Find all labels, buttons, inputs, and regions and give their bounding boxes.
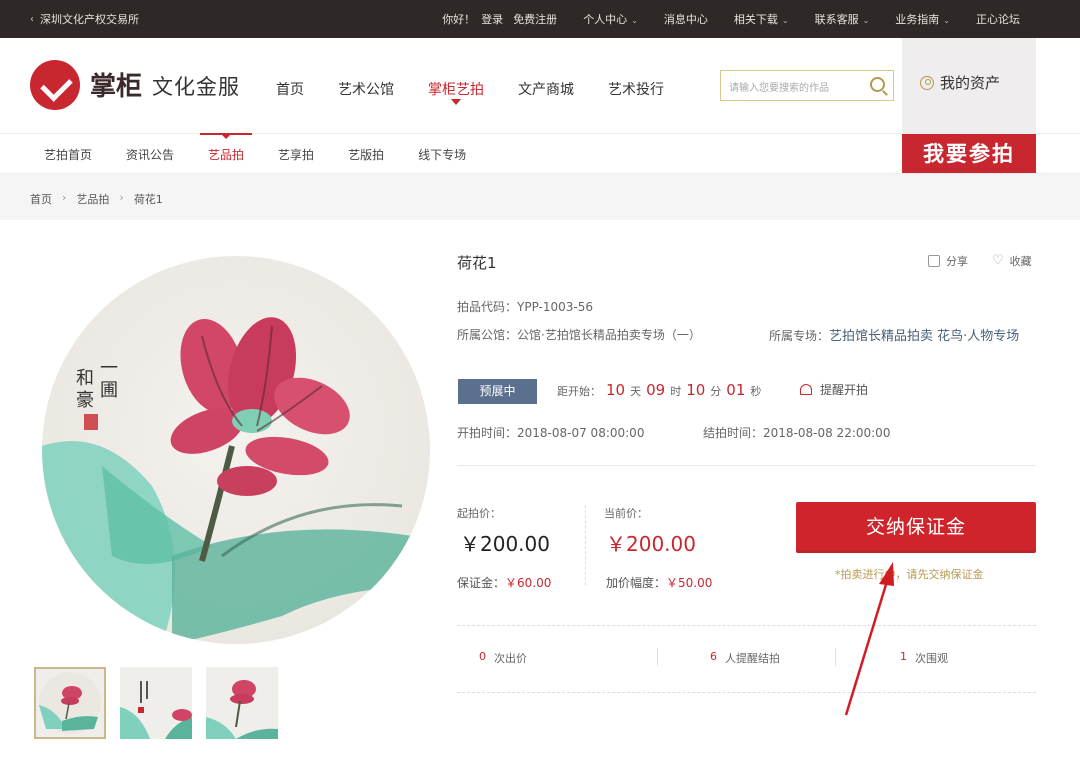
nav-mall[interactable]: 文产商城 <box>518 79 574 99</box>
divider <box>457 625 1036 626</box>
bid-increment: 加价幅度：￥50.00 <box>606 576 713 590</box>
search-placeholder: 请输入您要搜索的作品 <box>729 83 829 94</box>
search-input[interactable]: 请输入您要搜索的作品 <box>720 70 894 101</box>
subnav-print-auction[interactable]: 艺版拍 <box>348 146 384 163</box>
product-code: 拍品代码：YPP-1003-56 <box>457 300 594 314</box>
bell-icon <box>800 384 812 395</box>
svg-text:豪: 豪 <box>76 390 94 411</box>
my-assets-link[interactable]: 我的资产 <box>920 72 1000 93</box>
site-name: 深圳文化产权交易所 <box>40 13 139 26</box>
deposit-amount: 保证金：￥60.00 <box>457 576 552 590</box>
seal-stamp <box>84 414 98 430</box>
menu-business-guide[interactable]: 业务指南 ⌄ <box>895 11 950 27</box>
chevron-left-icon: ‹ <box>30 13 34 25</box>
divider <box>457 465 1036 466</box>
countdown-timer: 距开始： 10 天 09 时 10 分 01 秒 <box>557 381 762 399</box>
subnav-enjoy-auction[interactable]: 艺享拍 <box>278 146 314 163</box>
breadcrumb: 首页 › 艺品拍 › 荷花1 <box>30 191 163 207</box>
chevron-right-icon: › <box>119 191 124 204</box>
user-icon <box>920 75 934 90</box>
site-switch[interactable]: ‹ 深圳文化产权交易所 <box>30 11 139 27</box>
product-session: 所属专场：艺拍馆长精品拍卖 花鸟·人物专场 <box>769 329 1020 344</box>
chevron-down-icon: ⌄ <box>631 16 638 25</box>
menu-forum[interactable]: 正心论坛 <box>976 11 1020 27</box>
status-badge: 预展中 <box>458 379 537 404</box>
hall-link[interactable]: 公馆·艺拍馆长精品拍卖专场（一） <box>517 328 701 342</box>
subnav-auction-home[interactable]: 艺拍首页 <box>44 146 92 163</box>
share-button[interactable]: 分享 <box>928 253 968 269</box>
remind-start-button[interactable]: 提醒开拍 <box>800 381 868 398</box>
nav-auction[interactable]: 掌柜艺拍 <box>428 79 484 99</box>
stat-bids: 0 次出价 <box>479 650 527 665</box>
menu-personal-center[interactable]: 个人中心 ⌄ <box>583 11 638 27</box>
chevron-down-icon: ⌄ <box>862 16 870 25</box>
breadcrumb-bar: 首页 › 艺品拍 › 荷花1 <box>0 174 1080 220</box>
crumb-home[interactable]: 首页 <box>30 191 52 207</box>
subnav-news[interactable]: 资讯公告 <box>126 146 174 163</box>
thumbnail-2[interactable] <box>120 667 192 739</box>
register-link[interactable]: 免费注册 <box>513 11 557 27</box>
current-price: ￥200.00 <box>606 532 696 556</box>
chevron-right-icon: › <box>62 191 67 204</box>
divider <box>457 692 1036 693</box>
painting-inscription: 和 <box>76 368 94 389</box>
sub-nav: 艺拍首页 资讯公告 艺品拍 艺享拍 艺版拍 线下专场 <box>0 133 1080 174</box>
nav-home[interactable]: 首页 <box>276 79 304 99</box>
product-main-image[interactable]: 和 豪 一 圃 <box>42 256 430 644</box>
stat-views: 1 次围观 <box>900 650 948 665</box>
menu-message-center[interactable]: 消息中心 <box>664 11 708 27</box>
main-nav: 首页 艺术公馆 掌柜艺拍 文产商城 艺术投行 <box>276 79 698 99</box>
end-time: 结拍时间：2018-08-08 22:00:00 <box>703 426 891 440</box>
subnav-offline[interactable]: 线下专场 <box>418 146 466 163</box>
chevron-down-icon: ⌄ <box>943 16 950 25</box>
heart-icon: ♡ <box>992 253 1004 268</box>
top-bar: ‹ 深圳文化产权交易所 你好！ 登录 免费注册 个人中心 ⌄ 消息中心 相关下载 ⌄… <box>0 0 1080 38</box>
start-price-label: 起拍价： <box>457 507 501 520</box>
crumb-current: 荷花1 <box>133 193 163 206</box>
start-price: ￥200.00 <box>460 532 550 556</box>
thumbnail-list <box>34 667 278 739</box>
thumbnail-1[interactable] <box>34 667 106 739</box>
login-link[interactable]: 登录 <box>481 11 503 27</box>
pay-deposit-button[interactable]: 交纳保证金 <box>796 502 1036 553</box>
search-icon[interactable] <box>870 77 885 92</box>
subnav-art-auction[interactable]: 艺品拍 <box>200 133 253 163</box>
deposit-note: *拍卖进行中，请先交纳保证金 <box>835 568 984 581</box>
svg-text:圃: 圃 <box>100 380 118 401</box>
lotus-painting: 和 豪 一 圃 <box>42 317 430 644</box>
crumb-category[interactable]: 艺品拍 <box>76 191 109 207</box>
session-link[interactable]: 艺拍馆长精品拍卖 花鸟·人物专场 <box>829 329 1019 344</box>
start-time: 开拍时间：2018-08-07 08:00:00 <box>457 426 645 440</box>
product-title: 荷花1 <box>457 254 497 272</box>
logo-sub-text[interactable]: 文化金服 <box>152 71 240 101</box>
logo-icon[interactable] <box>30 60 80 110</box>
thumbnail-3[interactable] <box>206 667 278 739</box>
greeting: 你好！ <box>442 13 476 26</box>
product-hall: 所属公馆：公馆·艺拍馆长精品拍卖专场（一） <box>457 328 701 342</box>
logo-main-text[interactable]: 掌柜 <box>90 66 142 103</box>
nav-art-hall[interactable]: 艺术公馆 <box>338 79 394 99</box>
price-divider <box>585 505 586 585</box>
share-icon <box>928 255 940 267</box>
menu-customer-service[interactable]: 联系客服 ⌄ <box>815 11 870 27</box>
divider <box>657 648 658 666</box>
current-price-label: 当前价： <box>604 507 648 520</box>
menu-downloads[interactable]: 相关下载 ⌄ <box>734 11 789 27</box>
favorite-button[interactable]: ♡ 收藏 <box>992 253 1032 269</box>
chevron-down-icon: ⌄ <box>781 16 789 25</box>
nav-art-investment[interactable]: 艺术投行 <box>608 79 664 99</box>
stats-row: 0 次出价 6 人提醒结拍 1 次围观 <box>457 646 1036 670</box>
divider <box>835 648 836 666</box>
stat-reminders: 6 人提醒结拍 <box>710 650 780 665</box>
svg-text:一: 一 <box>100 358 118 379</box>
